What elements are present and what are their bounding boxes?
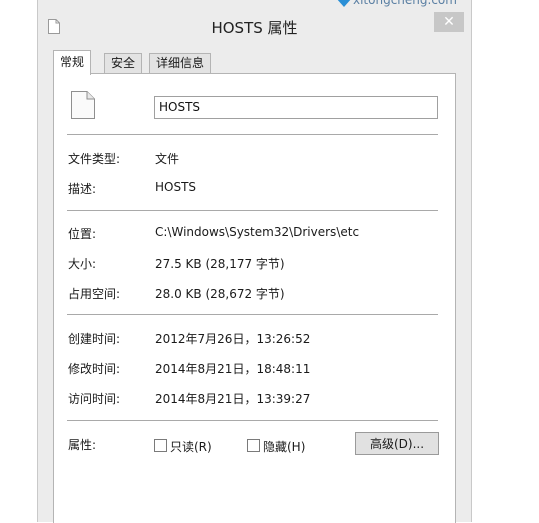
description-label: 描述: bbox=[68, 182, 97, 196]
accessed-value: 2014年8月21日，13:39:27 bbox=[155, 392, 311, 406]
readonly-label[interactable]: 只读(R) bbox=[170, 438, 212, 455]
accessed-label: 访问时间: bbox=[68, 392, 121, 406]
size-on-disk-value: 28.0 KB (28,672 字节) bbox=[155, 287, 285, 301]
advanced-button[interactable]: 高级(D)... bbox=[355, 432, 439, 455]
watermark-logo-icon bbox=[336, 0, 352, 7]
readonly-checkbox[interactable] bbox=[154, 439, 167, 452]
location-label: 位置: bbox=[68, 227, 97, 241]
modified-label: 修改时间: bbox=[68, 362, 121, 376]
tab-details[interactable]: 详细信息 bbox=[149, 53, 212, 74]
watermark-text: xitongcheng.com bbox=[353, 0, 457, 7]
separator bbox=[67, 134, 438, 135]
created-label: 创建时间: bbox=[68, 332, 121, 346]
window-title: HOSTS 属性 bbox=[211, 19, 298, 37]
tab-general[interactable]: 常规 bbox=[53, 50, 92, 75]
size-on-disk-label: 占用空间: bbox=[68, 287, 121, 301]
file-type-label: 文件类型: bbox=[68, 152, 121, 166]
close-button[interactable]: ✕ bbox=[434, 12, 464, 32]
separator bbox=[67, 314, 438, 315]
size-value: 27.5 KB (28,177 字节) bbox=[155, 257, 285, 271]
created-value: 2012年7月26日，13:26:52 bbox=[155, 332, 311, 346]
size-label: 大小: bbox=[68, 257, 97, 271]
file-icon bbox=[71, 91, 95, 119]
tab-security[interactable]: 安全 bbox=[104, 53, 143, 74]
hidden-checkbox[interactable] bbox=[247, 439, 260, 452]
separator bbox=[67, 420, 438, 421]
location-value: C:\Windows\System32\Drivers\etc bbox=[155, 225, 360, 239]
separator bbox=[67, 210, 438, 211]
modified-value: 2014年8月21日，18:48:11 bbox=[155, 362, 311, 376]
file-type-value: 文件 bbox=[155, 152, 180, 166]
file-name-field[interactable]: HOSTS bbox=[154, 96, 438, 119]
description-value: HOSTS bbox=[155, 180, 197, 194]
attributes-label: 属性: bbox=[68, 438, 97, 452]
hidden-label[interactable]: 隐藏(H) bbox=[263, 438, 305, 455]
